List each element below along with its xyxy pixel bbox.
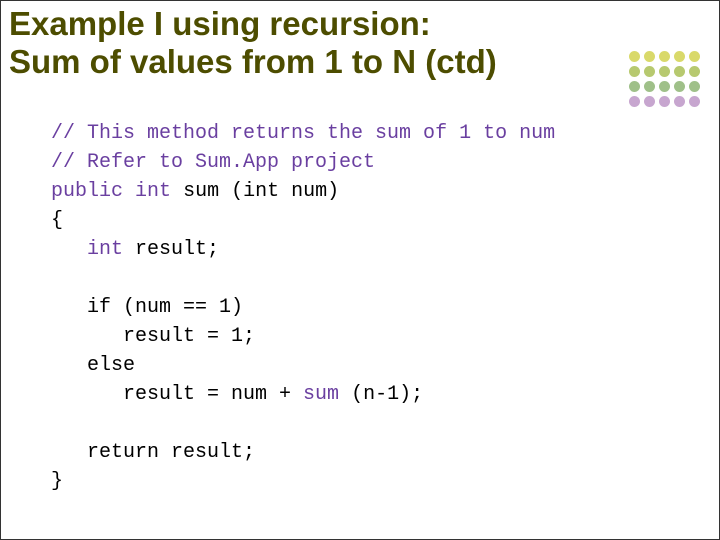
rec-call: sum [303, 383, 339, 406]
dot-icon [674, 96, 685, 107]
rec-suffix: (n-1); [339, 383, 423, 406]
dot-icon [629, 96, 640, 107]
dot-icon [629, 51, 640, 62]
then-line: result = 1; [123, 325, 255, 348]
dot-icon [659, 66, 670, 77]
return-line: return result; [87, 441, 255, 464]
dot-icon [689, 66, 700, 77]
dot-icon [659, 81, 670, 92]
brace-close: } [51, 470, 63, 493]
dot-icon [629, 66, 640, 77]
dot-icon [659, 51, 670, 62]
dot-icon [689, 81, 700, 92]
title-line-1: Example I using recursion: [9, 5, 431, 42]
kw-int: int [135, 180, 171, 203]
kw-public: public [51, 180, 123, 203]
dot-icon [644, 96, 655, 107]
dot-icon [689, 51, 700, 62]
decorative-dot-grid [629, 51, 701, 108]
rec-prefix: result = num + [123, 383, 303, 406]
code-comment-1: // This method returns the sum of 1 to n… [51, 122, 555, 145]
else-line: else [87, 354, 135, 377]
brace-open: { [51, 209, 63, 232]
fn-sig: (int num) [219, 180, 339, 203]
dot-icon [644, 66, 655, 77]
dot-icon [629, 81, 640, 92]
if-line: if (num == 1) [87, 296, 243, 319]
decl-rest: result; [123, 238, 219, 261]
dot-icon [674, 81, 685, 92]
code-comment-2: // Refer to Sum.App project [51, 151, 375, 174]
slide-container: Example I using recursion: Sum of values… [0, 0, 720, 540]
dot-icon [689, 96, 700, 107]
dot-icon [644, 51, 655, 62]
fn-name: sum [183, 180, 219, 203]
dot-icon [659, 96, 670, 107]
dot-icon [674, 66, 685, 77]
title-line-2: Sum of values from 1 to N (ctd) [9, 43, 497, 80]
slide-title: Example I using recursion: Sum of values… [9, 5, 569, 81]
kw-int-decl: int [87, 238, 123, 261]
dot-icon [644, 81, 655, 92]
code-block: // This method returns the sum of 1 to n… [51, 119, 555, 496]
dot-icon [674, 51, 685, 62]
